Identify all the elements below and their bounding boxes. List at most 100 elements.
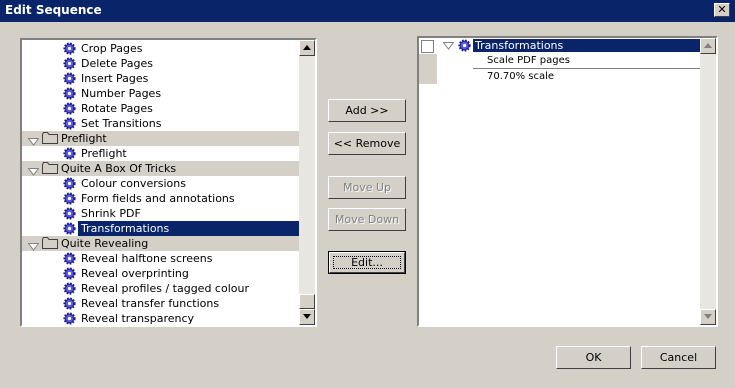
sequence-item-label: Transformations (475, 39, 564, 52)
action-label: Reveal transfer functions (81, 297, 220, 310)
arrow-up-icon (704, 43, 712, 48)
gear-icon (63, 42, 76, 55)
gear-icon (63, 207, 76, 220)
remove-button-label: << Remove (333, 137, 401, 150)
folder-icon (42, 237, 58, 249)
gear-icon (63, 117, 76, 130)
action-row[interactable]: Reveal overprinting (22, 266, 299, 281)
edit-button[interactable]: Edit... (328, 251, 406, 274)
action-label: Shrink PDF (81, 207, 141, 220)
action-row[interactable]: Set Transitions (22, 116, 299, 131)
action-label: Number Pages (81, 87, 162, 100)
action-row[interactable]: Delete Pages (22, 56, 299, 71)
gear-icon (63, 57, 76, 70)
action-label: Insert Pages (81, 72, 149, 85)
scroll-up-button[interactable] (299, 40, 315, 56)
arrow-down-icon (704, 314, 712, 319)
move-down-button-label: Move Down (334, 213, 400, 226)
action-label: Set Transitions (81, 117, 162, 130)
action-label: Preflight (81, 147, 127, 160)
triangle-down-icon[interactable] (27, 135, 40, 146)
add-button-label: Add >> (345, 104, 389, 117)
action-row[interactable]: Reveal profiles / tagged colour (22, 281, 299, 296)
folder-icon (42, 162, 58, 174)
window-title: Edit Sequence (5, 3, 102, 17)
details-line-1-row: Scale PDF pages (473, 54, 700, 69)
gear-icon (63, 267, 76, 280)
focus-rect (333, 256, 401, 269)
enable-checkbox[interactable] (421, 40, 434, 53)
close-button[interactable]: ✕ (714, 3, 730, 17)
action-label: Crop Pages (81, 42, 143, 55)
action-label: Reveal halftone screens (81, 252, 213, 265)
group-row[interactable]: Quite Revealing (22, 236, 299, 251)
add-button[interactable]: Add >> (328, 99, 406, 122)
action-label: Reveal overprinting (81, 267, 189, 280)
group-row[interactable]: Preflight (22, 131, 299, 146)
cancel-button-label: Cancel (659, 351, 698, 364)
title-bar[interactable]: Edit Sequence ✕ (0, 0, 735, 22)
sequence-row[interactable]: Transformations (419, 38, 700, 54)
cancel-button[interactable]: Cancel (641, 346, 716, 369)
move-up-button-label: Move Up (342, 181, 392, 194)
ok-button-label: OK (585, 351, 602, 364)
action-row[interactable]: Form fields and annotations (22, 191, 299, 206)
remove-button[interactable]: << Remove (328, 132, 406, 155)
action-row[interactable]: Number Pages (22, 86, 299, 101)
action-row[interactable]: Preflight (22, 146, 299, 161)
arrow-up-icon (303, 45, 311, 50)
scroll-down-button[interactable] (299, 309, 315, 325)
triangle-down-icon[interactable] (443, 42, 454, 50)
gear-icon (63, 147, 76, 160)
gear-icon (63, 72, 76, 85)
scroll-thumb[interactable] (299, 294, 315, 309)
seq-scroll-down-button[interactable] (700, 309, 716, 325)
gear-icon (63, 177, 76, 190)
action-row[interactable]: Rotate Pages (22, 101, 299, 116)
gear-icon (63, 297, 76, 310)
action-row[interactable]: Insert Pages (22, 71, 299, 86)
action-label: Delete Pages (81, 57, 153, 70)
arrow-down-icon (303, 314, 311, 319)
gear-icon (63, 252, 76, 265)
move-down-button[interactable]: Move Down (328, 208, 406, 231)
group-label: Quite Revealing (61, 237, 149, 250)
right-scrollbar[interactable] (700, 38, 716, 325)
details-gutter (419, 54, 437, 84)
action-label: Transformations (81, 222, 170, 235)
triangle-down-icon[interactable] (27, 165, 40, 176)
available-actions-rows: Crop Pages Delete Pages Insert Pages Number… (22, 40, 299, 325)
details-line-1: Scale PDF pages (487, 55, 570, 66)
available-actions-list[interactable]: Crop Pages Delete Pages Insert Pages Number… (20, 38, 317, 327)
left-scrollbar[interactable] (299, 40, 315, 325)
action-row[interactable]: Reveal halftone screens (22, 251, 299, 266)
move-up-button[interactable]: Move Up (328, 176, 406, 199)
details-line-2: 70.70% scale (487, 71, 555, 82)
action-row[interactable]: Colour conversions (22, 176, 299, 191)
gear-icon (63, 282, 76, 295)
action-row[interactable]: Transformations (22, 221, 299, 236)
gear-icon (63, 222, 76, 235)
close-icon: ✕ (717, 3, 727, 16)
action-row[interactable]: Reveal transparency (22, 311, 299, 325)
action-label: Rotate Pages (81, 102, 153, 115)
triangle-down-icon[interactable] (27, 240, 40, 251)
action-label: Colour conversions (81, 177, 186, 190)
action-row[interactable]: Crop Pages (22, 41, 299, 56)
action-label: Reveal profiles / tagged colour (81, 282, 249, 295)
folder-icon (42, 132, 58, 144)
gear-icon (63, 192, 76, 205)
ok-button[interactable]: OK (556, 346, 631, 369)
gear-icon (63, 102, 76, 115)
action-row[interactable]: Reveal transfer functions (22, 296, 299, 311)
group-label: Quite A Box Of Tricks (61, 162, 177, 175)
action-label: Reveal transparency (81, 312, 195, 325)
seq-scroll-up-button[interactable] (700, 38, 716, 54)
sequence-list[interactable]: Transformations Scale PDF pages 70.70% s… (417, 36, 718, 327)
gear-icon (63, 87, 76, 100)
gear-icon (458, 39, 471, 52)
group-row[interactable]: Quite A Box Of Tricks (22, 161, 299, 176)
group-label: Preflight (61, 132, 107, 145)
action-row[interactable]: Shrink PDF (22, 206, 299, 221)
gear-icon (63, 312, 76, 325)
